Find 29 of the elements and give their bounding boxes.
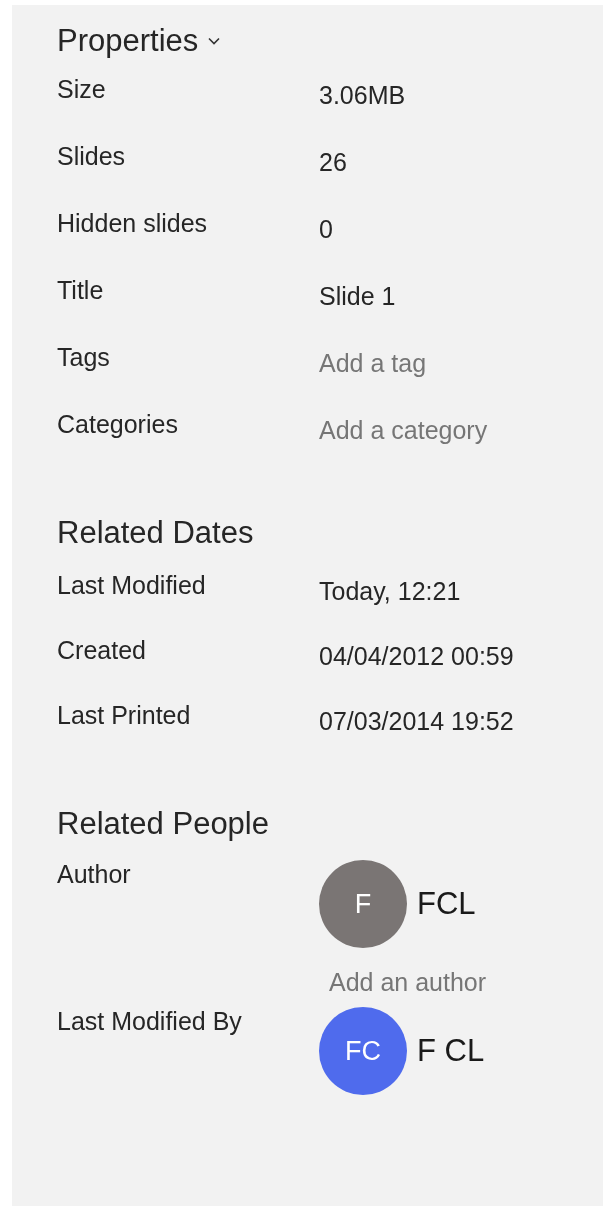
avatar[interactable]: FC <box>319 1007 407 1095</box>
section-title: Related Dates <box>57 515 254 551</box>
field-label: Created <box>57 636 147 666</box>
field-label: Tags <box>57 343 111 373</box>
field-label: Title <box>57 276 105 306</box>
field-value: 0 <box>319 214 334 245</box>
person-name[interactable]: FCL <box>417 886 476 922</box>
field-label: Last Printed <box>57 701 192 731</box>
avatar[interactable]: F <box>319 860 407 948</box>
field-label: Last Modified <box>57 571 207 601</box>
field-value: Slide 1 <box>319 281 397 312</box>
person-name[interactable]: F CL <box>417 1033 485 1069</box>
add-link[interactable]: Add a tag <box>319 343 603 410</box>
field-value: 04/04/2012 00:59 <box>319 641 515 672</box>
field-label: Last Modified By <box>57 1007 243 1037</box>
field-value: Today, 12:21 <box>319 576 462 607</box>
field-value: 3.06MB <box>319 80 407 111</box>
field-label: Size <box>57 75 107 105</box>
field-label: Author <box>57 860 132 890</box>
field-label: Hidden slides <box>57 209 209 239</box>
section-title: Related People <box>57 806 269 842</box>
chevron-down-icon[interactable] <box>208 37 221 45</box>
field-label: Categories <box>57 410 179 440</box>
field-label: Slides <box>57 142 127 172</box>
add-link[interactable]: Add a category <box>319 410 603 477</box>
section-title[interactable]: Properties <box>57 23 199 59</box>
field-value: 26 <box>319 147 348 178</box>
field-value: 07/03/2014 19:52 <box>319 706 515 737</box>
add-link[interactable]: Add an author <box>319 956 603 997</box>
